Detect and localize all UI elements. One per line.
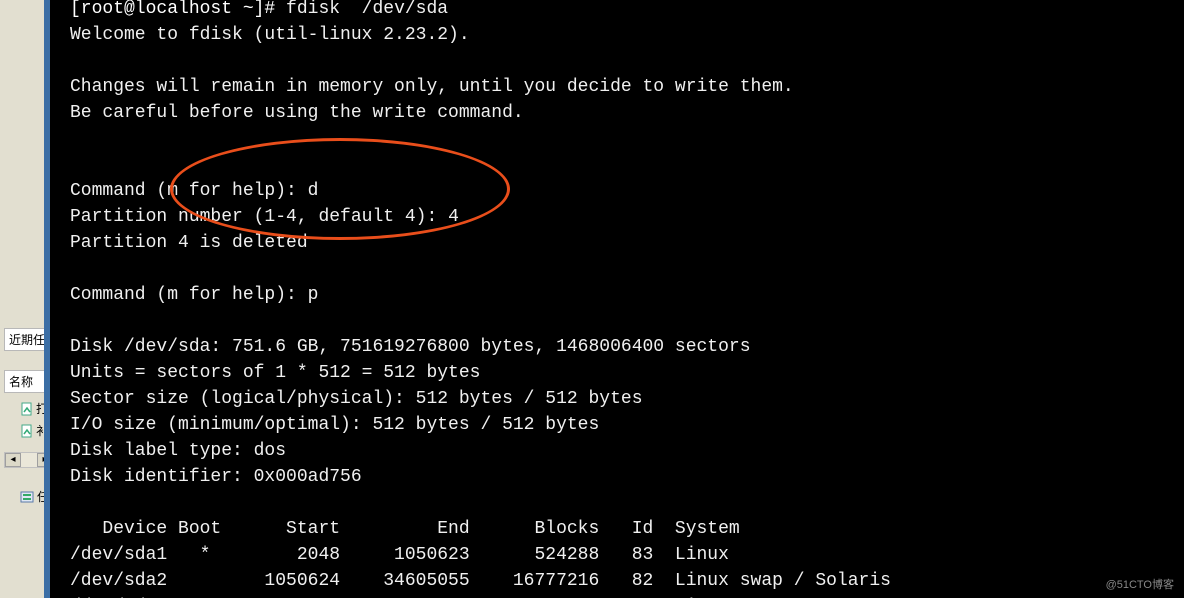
desktop: 近期任 名称 打 衤 ◂ ▸ 任 [root@localhost ~]# fdi… (0, 0, 1184, 598)
tasks-icon (20, 490, 34, 504)
terminal-line: Disk identifier: 0x000ad756 (70, 467, 362, 487)
terminal-line: I/O size (minimum/optimal): 512 bytes / … (70, 415, 599, 435)
terminal-line: Welcome to fdisk (util-linux 2.23.2). (70, 25, 470, 45)
doc-green-icon (20, 424, 34, 438)
doc-green-icon (20, 402, 34, 416)
shell-command: fdisk /dev/sda (286, 0, 448, 19)
watermark: @51CTO博客 (1106, 576, 1174, 592)
terminal-line: Disk label type: dos (70, 441, 286, 461)
fdisk-prompt: Partition number (1-4, default 4): (70, 207, 448, 227)
terminal-line: Partition 4 is deleted (70, 233, 308, 253)
fdisk-input: p (308, 285, 319, 305)
partition-row: /dev/sda2 1050624 34605055 16777216 82 L… (70, 571, 891, 591)
terminal-line: Sector size (logical/physical): 512 byte… (70, 389, 643, 409)
terminal-line: Units = sectors of 1 * 512 = 512 bytes (70, 363, 480, 383)
terminal-output[interactable]: [root@localhost ~]# fdisk /dev/sda Welco… (70, 0, 1178, 598)
terminal-line: Changes will remain in memory only, unti… (70, 77, 794, 97)
terminal-line: Be careful before using the write comman… (70, 103, 524, 123)
fdisk-prompt: Command (m for help): (70, 285, 308, 305)
terminal-window[interactable]: [root@localhost ~]# fdisk /dev/sda Welco… (44, 0, 1184, 598)
shell-prompt: [root@localhost ~]# (70, 0, 286, 19)
terminal-line: Disk /dev/sda: 751.6 GB, 751619276800 by… (70, 337, 751, 357)
partition-table-header: Device Boot Start End Blocks Id System (70, 519, 740, 539)
partition-row: /dev/sda1 * 2048 1050623 524288 83 Linux (70, 545, 729, 565)
fdisk-input: d (308, 181, 319, 201)
fdisk-input: 4 (448, 207, 459, 227)
fdisk-prompt: Command (m for help): (70, 181, 308, 201)
scroll-left-icon[interactable]: ◂ (5, 453, 21, 467)
